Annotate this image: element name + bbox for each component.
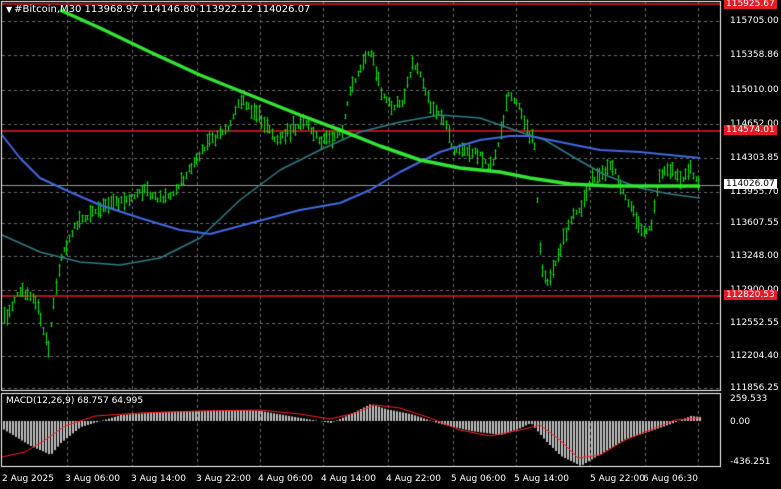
time-tick: 3 Aug 14:00 xyxy=(131,474,186,484)
support-tag: 112820.53 xyxy=(724,290,777,300)
price-tick: 114303.85 xyxy=(730,153,779,163)
symbol-info: ▼ #Bitcoin,M30 113968.97 114146.80 113922… xyxy=(6,4,310,15)
open-value: 113968.97 xyxy=(84,4,139,15)
time-tick: 2 Aug 2025 xyxy=(2,474,54,484)
time-tick: 4 Aug 06:00 xyxy=(258,474,313,484)
macd-level: 0.00 xyxy=(730,417,751,427)
time-tick: 5 Aug 22:00 xyxy=(590,474,645,484)
resistance-mid-tag: 114574.01 xyxy=(724,125,777,135)
price-tick: 113607.55 xyxy=(730,218,779,228)
price-tick: 115010.00 xyxy=(730,85,779,95)
macd-level: 259.533 xyxy=(730,394,768,404)
price-tick: 112552.55 xyxy=(730,318,779,328)
time-tick: 3 Aug 22:00 xyxy=(196,474,251,484)
time-tick: 4 Aug 22:00 xyxy=(386,474,441,484)
time-tick: 4 Aug 14:00 xyxy=(321,474,376,484)
price-tick: 112204.40 xyxy=(730,351,779,361)
current-price-tag: 114026.07 xyxy=(724,179,777,189)
price-tick: 113248.00 xyxy=(730,251,779,261)
macd-level: -436.251 xyxy=(730,457,771,467)
high-value: 114146.80 xyxy=(141,4,196,15)
price-tick: 111856.25 xyxy=(730,383,779,393)
time-tick: 3 Aug 06:00 xyxy=(65,474,120,484)
time-tick: 5 Aug 06:00 xyxy=(451,474,506,484)
time-tick: 5 Aug 14:00 xyxy=(514,474,569,484)
dropdown-triangle-icon[interactable]: ▼ xyxy=(6,5,12,14)
price-tick: 115358.86 xyxy=(730,50,779,60)
close-value: 114026.07 xyxy=(256,4,311,15)
time-tick: 6 Aug 06:30 xyxy=(643,474,698,484)
resistance-top-tag: 115925.67 xyxy=(724,0,777,9)
symbol-label: #Bitcoin,M30 xyxy=(14,4,82,15)
price-tick: 115705.00 xyxy=(730,16,779,26)
price-chart-canvas[interactable] xyxy=(0,0,781,489)
low-value: 113922.12 xyxy=(199,4,254,15)
macd-indicator-label: MACD(12,26,9) 68.757 64.995 xyxy=(6,396,144,406)
